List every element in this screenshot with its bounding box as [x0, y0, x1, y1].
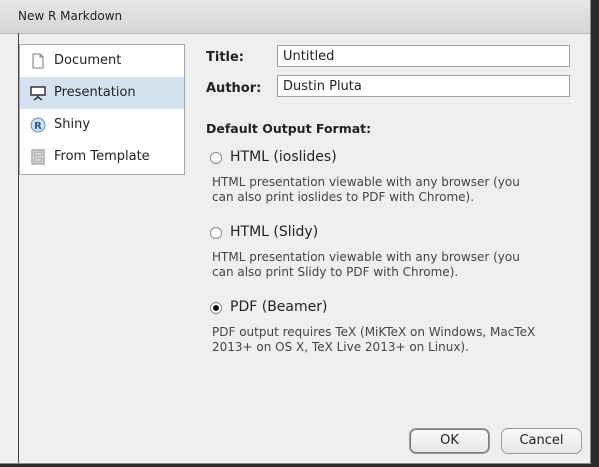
sidebar-item-presentation[interactable]: Presentation [20, 77, 184, 109]
title-label: Title: [206, 50, 245, 65]
dialog-title: New R Markdown [18, 9, 123, 23]
author-label: Author: [206, 81, 262, 96]
output-format-heading: Default Output Format: [206, 121, 372, 136]
cancel-button[interactable]: Cancel [501, 428, 582, 454]
radio-button[interactable] [210, 302, 222, 314]
ok-button[interactable]: OK [409, 428, 490, 454]
radio-label: HTML (Slidy) [230, 224, 319, 240]
svg-text:R: R [34, 121, 42, 132]
sidebar-item-label: Presentation [54, 85, 136, 100]
radio-button[interactable] [210, 152, 222, 164]
document-icon [30, 53, 46, 69]
title-input[interactable] [277, 45, 570, 67]
beamer-description: PDF output requires TeX (MiKTeX on Windo… [212, 325, 536, 354]
template-type-list: Document Presentation R Shiny From Templ… [19, 44, 185, 175]
presentation-icon [30, 85, 46, 101]
sidebar-item-label: Document [54, 53, 122, 68]
sidebar-item-label: From Template [54, 149, 150, 164]
slidy-description: HTML presentation viewable with any brow… [212, 250, 520, 279]
radio-button[interactable] [210, 227, 222, 239]
ioslides-description: HTML presentation viewable with any brow… [212, 175, 520, 204]
dialog-titlebar[interactable]: New R Markdown [0, 0, 590, 34]
sidebar-item-document[interactable]: Document [20, 45, 184, 77]
template-icon [30, 149, 46, 165]
sidebar-item-label: Shiny [54, 117, 91, 132]
sidebar-item-shiny[interactable]: R Shiny [20, 109, 184, 141]
author-input[interactable] [277, 75, 570, 97]
new-r-markdown-dialog: New R Markdown Document Presentation R S… [0, 0, 591, 464]
radio-label: HTML (ioslides) [230, 149, 337, 165]
sidebar-item-from-template[interactable]: From Template [20, 141, 184, 173]
shiny-r-icon: R [30, 117, 46, 133]
radio-label: PDF (Beamer) [230, 299, 328, 315]
